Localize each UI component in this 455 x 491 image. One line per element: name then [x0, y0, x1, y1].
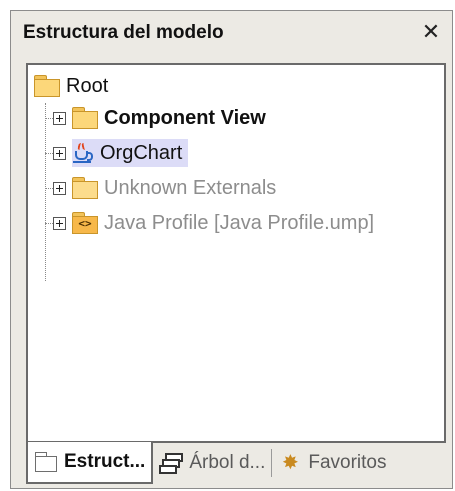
panel-tabs: Estruct... Árbol d... ✸ Favoritos	[26, 442, 446, 487]
tab-label: Árbol d...	[189, 452, 266, 473]
tab-label: Favoritos	[308, 452, 387, 473]
tree-item-label: OrgChart	[100, 141, 183, 164]
tree-item-component-view[interactable]: Component View	[45, 103, 272, 133]
java-package-icon	[72, 142, 94, 164]
model-tree-panel: Estructura del modelo ✕ Root Component V…	[10, 10, 453, 489]
tab-label: Estruct...	[64, 451, 146, 472]
tree-item-content[interactable]: Component View	[72, 104, 272, 132]
tree-hierarchy-icon	[159, 452, 184, 474]
tree-item-label: Java Profile [Java Profile.ump]	[104, 211, 375, 234]
tree-item-content[interactable]: <> Java Profile [Java Profile.ump]	[72, 209, 380, 237]
tree-root-label: Root	[66, 74, 109, 97]
panel-title: Estructura del modelo	[23, 22, 224, 43]
folder-icon	[34, 75, 60, 97]
tree-item-label: Component View	[104, 106, 266, 129]
model-tree: Root Component View OrgChart Unknown Ext…	[28, 65, 444, 441]
tree-item-orgchart[interactable]: OrgChart	[45, 138, 189, 168]
tree-view[interactable]: Root Component View OrgChart Unknown Ext…	[26, 63, 446, 443]
expand-plus-icon[interactable]	[53, 181, 66, 195]
tree-connector	[45, 187, 53, 189]
profile-package-icon: <>	[72, 212, 98, 234]
tab-diagram-tree[interactable]: Árbol d...	[153, 443, 271, 483]
close-panel-button[interactable]: ✕	[418, 19, 444, 45]
tree-item-java-profile[interactable]: <> Java Profile [Java Profile.ump]	[45, 208, 380, 238]
folder-icon	[72, 107, 98, 129]
tree-item-content-selected[interactable]: OrgChart	[72, 139, 189, 167]
expand-plus-icon[interactable]	[53, 111, 66, 125]
favorites-star-icon: ✸	[281, 452, 299, 474]
tree-root-row[interactable]: Root	[34, 71, 108, 101]
folder-outline-icon	[34, 451, 58, 473]
folder-icon	[72, 177, 98, 199]
tree-item-content[interactable]: Unknown Externals	[72, 174, 282, 202]
tree-item-label: Unknown Externals	[104, 176, 277, 199]
tab-model-structure[interactable]: Estruct...	[26, 442, 154, 484]
expand-plus-icon[interactable]	[53, 216, 66, 230]
tree-item-unknown-externals[interactable]: Unknown Externals	[45, 173, 282, 203]
tree-connector	[45, 117, 53, 119]
tab-favorites[interactable]: ✸ Favoritos	[272, 443, 392, 483]
tree-connector	[45, 152, 53, 154]
panel-titlebar: Estructura del modelo ✕	[11, 11, 452, 55]
tree-connector	[45, 222, 53, 224]
close-icon: ✕	[421, 19, 441, 44]
expand-plus-icon[interactable]	[53, 146, 66, 160]
